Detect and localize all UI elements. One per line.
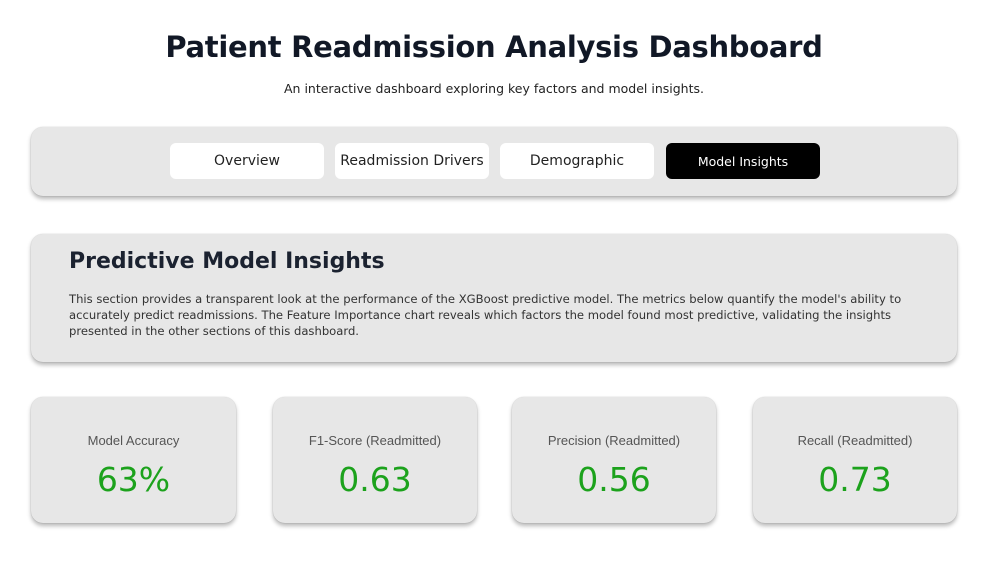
model-insights-card: Predictive Model Insights This section p…: [31, 234, 957, 362]
tab-demographic[interactable]: Demographic: [500, 143, 654, 179]
tab-model-insights[interactable]: Model Insights: [666, 143, 820, 179]
tab-overview[interactable]: Overview: [170, 143, 324, 179]
tab-bar: Overview Readmission Drivers Demographic…: [31, 127, 957, 196]
metric-value: 0.73: [818, 460, 892, 499]
metric-label: Precision (Readmitted): [547, 433, 681, 448]
page-subtitle: An interactive dashboard exploring key f…: [284, 81, 704, 96]
section-heading: Predictive Model Insights: [69, 249, 385, 274]
metric-label: Model Accuracy: [87, 433, 180, 448]
metric-label: Recall (Readmitted): [797, 433, 913, 448]
section-description: This section provides a transparent look…: [69, 292, 902, 338]
page-title: Patient Readmission Analysis Dashboard: [165, 30, 823, 64]
metric-card-precision: Precision (Readmitted) 0.56: [512, 397, 716, 523]
metric-card-recall: Recall (Readmitted) 0.73: [753, 397, 957, 523]
metric-value: 63%: [96, 460, 171, 499]
metric-value: 0.56: [577, 460, 651, 499]
dashboard-page: Patient Readmission Analysis Dashboard A…: [0, 0, 988, 568]
tab-readmission-drivers[interactable]: Readmission Drivers: [335, 143, 489, 179]
metric-card-accuracy: Model Accuracy 63%: [31, 397, 236, 523]
metric-card-f1-score: F1-Score (Readmitted) 0.63: [273, 397, 477, 523]
metric-label: F1-Score (Readmitted): [308, 433, 442, 448]
metric-value: 0.63: [338, 460, 412, 499]
